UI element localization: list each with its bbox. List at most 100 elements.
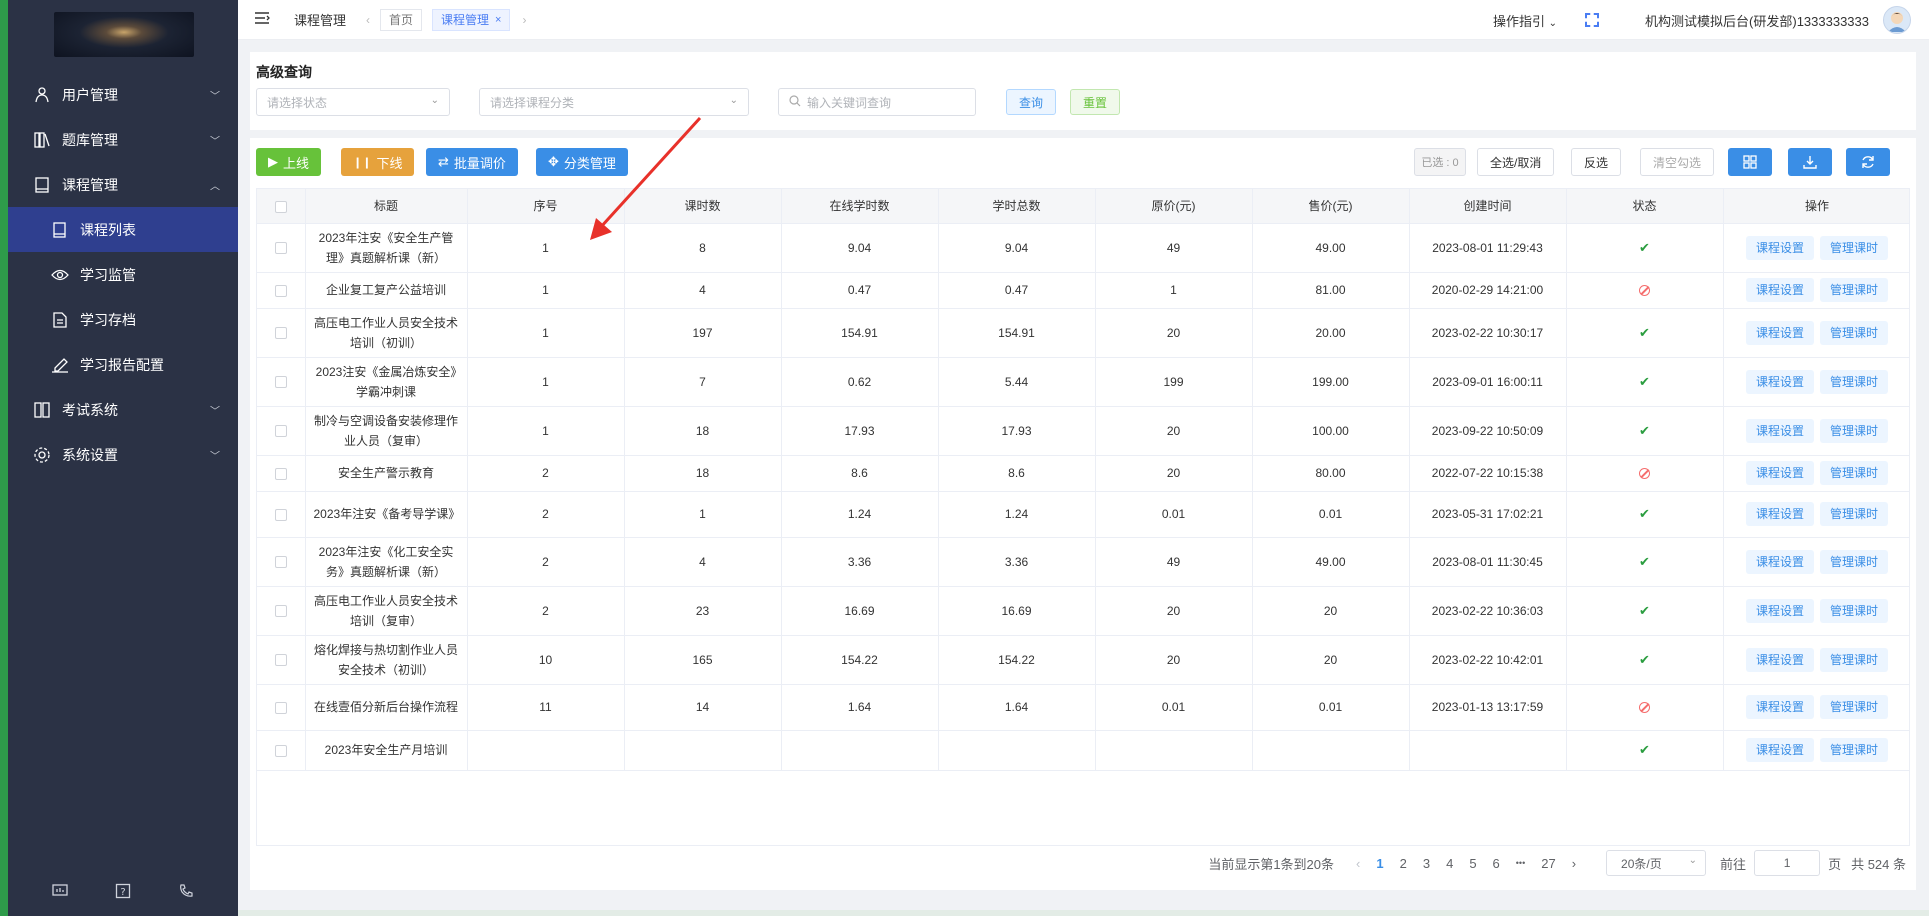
reset-button[interactable]: 重置 (1070, 89, 1121, 115)
row-checkbox-cell[interactable] (257, 308, 306, 358)
row-checkbox[interactable] (274, 425, 287, 438)
course-settings-button[interactable]: 课程设置 (1745, 502, 1814, 526)
row-checkbox[interactable] (274, 701, 287, 714)
sidebar-item-4[interactable]: 系统设置 ﹀ (8, 432, 238, 477)
status-select[interactable]: 请选择状态 ⌄ (256, 88, 450, 116)
monitor-icon[interactable] (49, 880, 71, 902)
online-button[interactable]: ▶ 上线 (256, 148, 322, 176)
category-manage-button[interactable]: ✥ 分类管理 (536, 148, 628, 176)
prev-page-icon[interactable]: ‹ (1356, 856, 1360, 871)
row-checkbox-cell[interactable] (257, 223, 306, 273)
course-settings-button[interactable]: 课程设置 (1745, 461, 1814, 485)
course-settings-button[interactable]: 课程设置 (1745, 418, 1814, 443)
search-button[interactable]: 查询 (1006, 89, 1057, 115)
page-5[interactable]: 5 (1469, 856, 1476, 871)
download-icon[interactable] (1788, 148, 1832, 176)
page-size-select[interactable]: 20条/页 ⌄ (1606, 850, 1707, 876)
course-settings-button[interactable]: 课程设置 (1745, 278, 1814, 302)
course-settings-button[interactable]: 课程设置 (1745, 695, 1814, 719)
manage-lessons-button[interactable]: 管理课时 (1820, 647, 1889, 672)
row-checkbox-cell[interactable] (257, 491, 306, 538)
manage-lessons-button[interactable]: 管理课时 (1820, 418, 1889, 443)
sidebar-item-3[interactable]: 考试系统 ﹀ (8, 387, 238, 432)
offline-button[interactable]: ❙❙ 下线 (341, 148, 415, 176)
row-checkbox-cell[interactable] (257, 684, 306, 731)
columns-icon[interactable] (1728, 148, 1772, 176)
tab-next-icon[interactable]: › (522, 13, 526, 27)
batch-price-button[interactable]: ⇄ 批量调价 (426, 148, 518, 176)
manage-lessons-button[interactable]: 管理课时 (1820, 369, 1889, 394)
row-checkbox[interactable] (274, 467, 287, 480)
tab-course-manage[interactable]: 课程管理 × (432, 8, 511, 31)
user-name[interactable]: 机构测试模拟后台(研发部)1333333333 (1645, 11, 1869, 30)
close-icon[interactable]: × (495, 14, 501, 26)
select-all-button[interactable]: 全选/取消 (1477, 148, 1555, 176)
menu-toggle-icon[interactable] (254, 11, 272, 28)
goto-page-input[interactable]: 1 (1754, 850, 1821, 876)
page-4[interactable]: 4 (1446, 856, 1453, 871)
clear-selection-button[interactable]: 清空勾选 (1640, 148, 1715, 176)
submenu-item-2[interactable]: 学习存档 (8, 297, 238, 342)
page-2[interactable]: 2 (1400, 856, 1407, 871)
row-checkbox[interactable] (274, 654, 287, 667)
course-settings-button[interactable]: 课程设置 (1745, 549, 1814, 574)
course-settings-button[interactable]: 课程设置 (1745, 235, 1814, 260)
invert-selection-button[interactable]: 反选 (1571, 148, 1622, 176)
page-last[interactable]: 27 (1541, 856, 1555, 871)
category-select[interactable]: 请选择课程分类 ⌄ (479, 88, 749, 116)
guide-dropdown[interactable]: 操作指引 ⌄ (1493, 11, 1557, 30)
row-checkbox-cell[interactable] (257, 357, 306, 407)
submenu-item-1[interactable]: 学习监管 (8, 252, 238, 297)
manage-lessons-button[interactable]: 管理课时 (1820, 278, 1889, 302)
phone-icon[interactable] (175, 880, 197, 902)
submenu-item-3[interactable]: 学习报告配置 (8, 342, 238, 387)
course-settings-button[interactable]: 课程设置 (1745, 647, 1814, 672)
manage-lessons-button[interactable]: 管理课时 (1820, 461, 1889, 485)
row-checkbox[interactable] (274, 605, 287, 618)
cell-lessons: 18 (624, 455, 782, 492)
manage-lessons-button[interactable]: 管理课时 (1820, 598, 1889, 623)
row-checkbox-cell[interactable] (257, 455, 306, 492)
more-pages-icon[interactable]: ••• (1516, 858, 1525, 868)
sidebar-item-0[interactable]: 用户管理 ﹀ (8, 72, 238, 117)
manage-lessons-button[interactable]: 管理课时 (1820, 695, 1889, 719)
sidebar-item-1[interactable]: 题库管理 ﹀ (8, 117, 238, 162)
row-checkbox-cell[interactable] (257, 406, 306, 456)
row-checkbox[interactable] (274, 744, 287, 757)
next-page-icon[interactable]: › (1572, 856, 1576, 871)
header-checkbox-cell[interactable] (257, 189, 306, 224)
page-6[interactable]: 6 (1493, 856, 1500, 871)
row-checkbox-cell[interactable] (257, 586, 306, 636)
course-settings-button[interactable]: 课程设置 (1745, 369, 1814, 394)
row-checkbox-cell[interactable] (257, 730, 306, 771)
course-settings-button[interactable]: 课程设置 (1745, 598, 1814, 623)
manage-lessons-button[interactable]: 管理课时 (1820, 738, 1889, 762)
row-checkbox-cell[interactable] (257, 635, 306, 685)
manage-lessons-button[interactable]: 管理课时 (1820, 320, 1889, 345)
help-icon[interactable]: ? (112, 880, 134, 902)
row-checkbox[interactable] (274, 556, 287, 569)
tab-home[interactable]: 首页 (380, 8, 423, 31)
select-all-checkbox[interactable] (274, 200, 287, 213)
manage-lessons-button[interactable]: 管理课时 (1820, 235, 1889, 260)
submenu-item-0[interactable]: 课程列表 (8, 207, 238, 252)
fullscreen-icon[interactable] (1585, 13, 1600, 27)
keyword-search-input[interactable]: 输入关键词查询 (778, 88, 976, 116)
row-checkbox[interactable] (274, 284, 287, 297)
refresh-icon[interactable] (1846, 148, 1890, 176)
row-checkbox[interactable] (274, 508, 287, 521)
page-3[interactable]: 3 (1423, 856, 1430, 871)
course-settings-button[interactable]: 课程设置 (1745, 738, 1814, 762)
row-checkbox-cell[interactable] (257, 272, 306, 309)
row-checkbox[interactable] (274, 376, 287, 389)
row-checkbox[interactable] (274, 327, 287, 340)
sidebar-item-2[interactable]: 课程管理 ︿ (8, 162, 238, 207)
manage-lessons-button[interactable]: 管理课时 (1820, 502, 1889, 526)
manage-lessons-button[interactable]: 管理课时 (1820, 549, 1889, 574)
row-checkbox-cell[interactable] (257, 537, 306, 587)
course-settings-button[interactable]: 课程设置 (1745, 320, 1814, 345)
avatar[interactable] (1883, 6, 1911, 34)
row-checkbox[interactable] (274, 242, 287, 255)
tab-prev-icon[interactable]: ‹ (366, 13, 370, 27)
page-1[interactable]: 1 (1376, 856, 1383, 871)
